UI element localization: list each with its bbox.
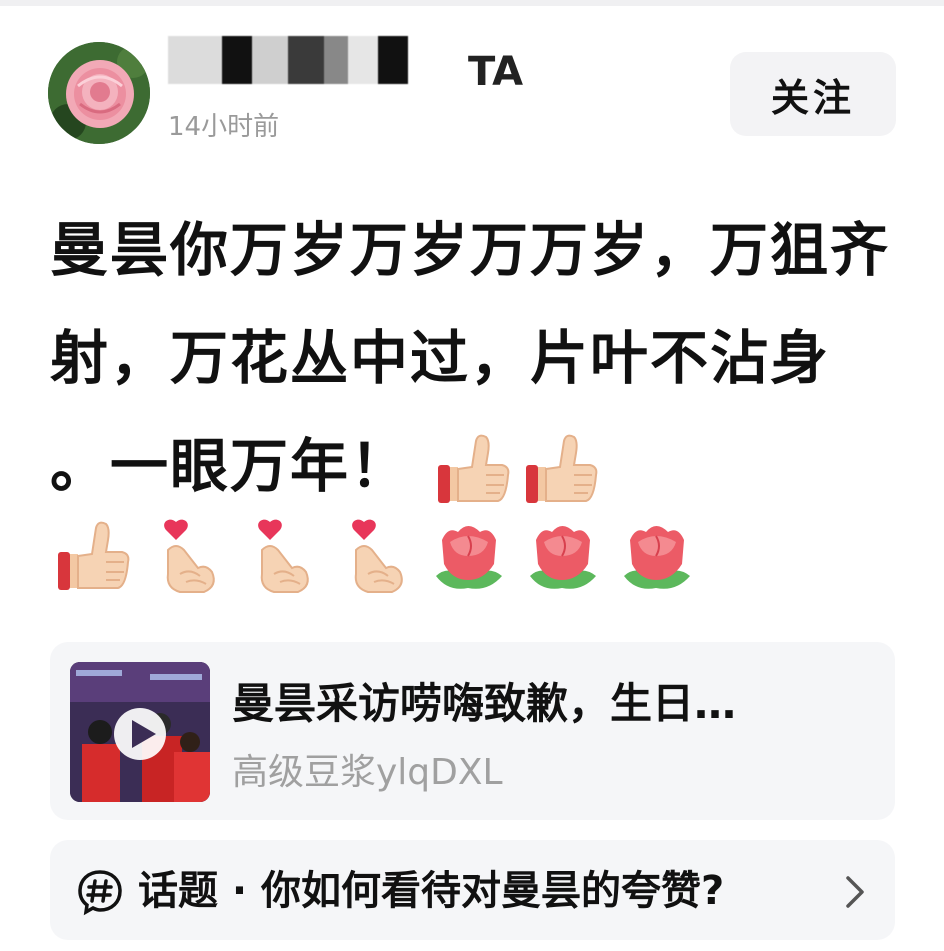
post-timestamp: 14小时前	[168, 112, 280, 142]
thumbs-up-icon	[520, 429, 602, 511]
rose-icon	[616, 516, 698, 598]
video-card[interactable]: 曼昙采访唠嗨致歉，生日… 高级豆浆ylqDXL	[50, 642, 895, 820]
post-body: 曼昙你万岁万岁万万岁，万狙齐射，万花丛中过，片叶不沾身 。一眼万年！	[50, 196, 900, 520]
username-suffix: TA	[468, 49, 524, 95]
finger-heart-icon	[146, 516, 228, 598]
redacted-name	[168, 36, 468, 84]
video-title[interactable]: 曼昙采访唠嗨致歉，生日…	[232, 674, 872, 734]
follow-button[interactable]: 关注	[730, 52, 896, 136]
video-author[interactable]: 高级豆浆ylqDXL	[232, 748, 503, 798]
finger-heart-icon	[240, 516, 322, 598]
thumbs-up-icon	[432, 429, 514, 511]
thumbs-up-icon	[52, 516, 134, 598]
topic-bar[interactable]: 话题 · 你如何看待对曼昙的夸赞?	[50, 840, 895, 940]
chevron-right-icon[interactable]	[838, 872, 872, 912]
username[interactable]: TA	[168, 36, 523, 100]
hashtag-icon	[76, 868, 124, 916]
topic-text[interactable]: 话题 · 你如何看待对曼昙的夸赞?	[138, 862, 724, 920]
rose-icon	[522, 516, 604, 598]
video-thumbnail[interactable]	[70, 662, 210, 802]
rose-avatar-icon	[48, 42, 150, 144]
avatar[interactable]	[48, 42, 150, 144]
top-edge	[0, 0, 944, 6]
finger-heart-icon	[334, 516, 416, 598]
emoji-row	[52, 516, 704, 606]
rose-icon	[428, 516, 510, 598]
